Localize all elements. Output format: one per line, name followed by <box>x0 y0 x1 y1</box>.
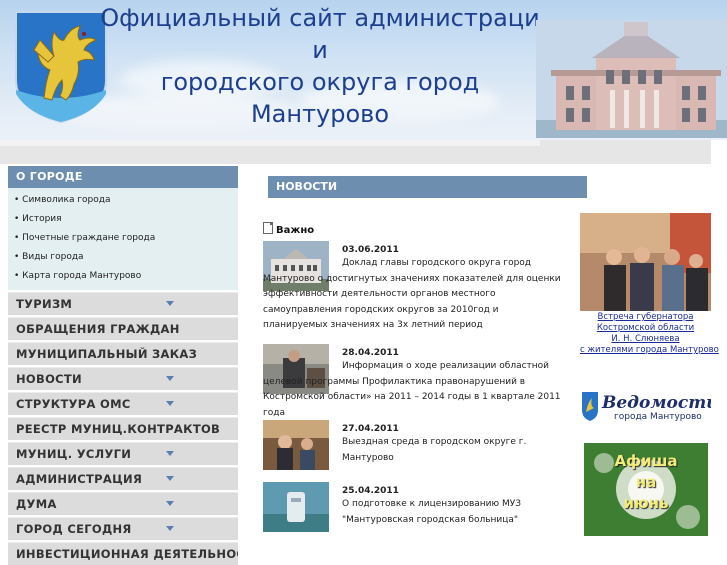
town-building-image <box>536 20 727 138</box>
menu-item-label: МУНИЦ. УСЛУГИ <box>16 447 132 461</box>
menu-item-label: СТРУКТУРА ОМС <box>16 397 131 411</box>
site-title-line: и <box>312 36 328 64</box>
menu-item-administration[interactable]: АДМИНИСТРАЦИЯ <box>8 467 238 490</box>
news-link[interactable]: Доклад главы городского округа город Ман… <box>263 256 563 334</box>
submenu-item-symbols[interactable]: • Символика города <box>8 191 238 210</box>
vedomosti-title: Ведомости <box>601 393 711 413</box>
submenu-item-history[interactable]: • История <box>8 210 238 229</box>
menu-item-label: НОВОСТИ <box>16 372 82 386</box>
news-link[interactable]: О подготовке к лицензированию МУЗ "Манту… <box>342 497 560 528</box>
nav-submenu: • Символика города • История • Почетные … <box>8 188 238 290</box>
submenu-item-honorary-citizens[interactable]: • Почетные граждане города <box>8 229 238 248</box>
menu-item-label: ОБРАЩЕНИЯ ГРАЖДАН <box>16 322 180 336</box>
chevron-down-icon <box>166 451 174 456</box>
menu-item-investment[interactable]: ИНВЕСТИЦИОННАЯ ДЕЯТЕЛЬНОСТ <box>8 542 238 565</box>
caption-line: И. Н. Слюняева <box>611 334 680 344</box>
site-header: Официальный сайт администраци и городско… <box>0 0 727 140</box>
menu-item-contracts-registry[interactable]: РЕЕСТР МУНИЦ.КОНТРАКТОВ <box>8 417 238 440</box>
news-thumbnail[interactable] <box>263 482 329 532</box>
site-title-line: Официальный сайт администраци <box>100 4 540 32</box>
menu-item-label: РЕЕСТР МУНИЦ.КОНТРАКТОВ <box>16 422 221 436</box>
menu-item-duma[interactable]: ДУМА <box>8 492 238 515</box>
menu-item-news[interactable]: НОВОСТИ <box>8 367 238 390</box>
news-link[interactable]: Информация о ходе реализации областной ц… <box>263 359 563 421</box>
chevron-down-icon <box>166 501 174 506</box>
coat-of-arms-logo[interactable] <box>14 10 108 124</box>
afisha-banner[interactable]: Афиша на июнь <box>584 443 708 536</box>
menu-item-municipal-order[interactable]: МУНИЦИПАЛЬНЫЙ ЗАКАЗ <box>8 342 238 365</box>
document-icon <box>263 222 273 234</box>
afisha-line: июнь <box>623 494 669 512</box>
chevron-down-icon <box>166 526 174 531</box>
menu-item-label: ТУРИЗМ <box>16 297 73 311</box>
menu-item-label: АДМИНИСТРАЦИЯ <box>16 472 143 486</box>
chevron-down-icon <box>166 376 174 381</box>
site-title: Официальный сайт администраци и городско… <box>100 2 540 130</box>
menu-item-label: ИНВЕСТИЦИОННАЯ ДЕЯТЕЛЬНОСТ <box>16 547 238 561</box>
chevron-down-icon <box>166 301 174 306</box>
nav-section-title[interactable]: О ГОРОДЕ <box>8 166 238 188</box>
vedomosti-subtitle: города Мантурово <box>614 412 702 422</box>
governor-meeting-photo[interactable] <box>580 213 711 311</box>
news-date: 03.06.2011 <box>342 245 399 255</box>
afisha-line: на <box>635 473 657 491</box>
submenu-item-city-views[interactable]: • Виды города <box>8 248 238 267</box>
menu-item-oms-structure[interactable]: СТРУКТУРА ОМС <box>8 392 238 415</box>
caption-line: с жителями города Мантурово <box>580 345 719 355</box>
afisha-line: Афиша <box>614 452 678 470</box>
site-title-line: городского округа город <box>160 68 480 96</box>
afisha-text: Афиша на июнь <box>584 451 708 514</box>
menu-item-label: ГОРОД СЕГОДНЯ <box>16 522 132 536</box>
menu-item-label: ДУМА <box>16 497 57 511</box>
caption-line: Костромской области <box>596 323 695 333</box>
important-heading: Важно <box>263 222 314 236</box>
left-navigation: О ГОРОДЕ • Символика города • История • … <box>8 166 238 565</box>
important-label: Важно <box>276 225 315 236</box>
submenu-item-city-map[interactable]: • Карта города Мантурово <box>8 267 238 286</box>
news-date: 28.04.2011 <box>342 348 399 358</box>
menu-item-city-today[interactable]: ГОРОД СЕГОДНЯ <box>8 517 238 540</box>
menu-item-label: МУНИЦИПАЛЬНЫЙ ЗАКАЗ <box>16 347 198 361</box>
news-date: 25.04.2011 <box>342 486 399 496</box>
menu-item-citizen-appeals[interactable]: ОБРАЩЕНИЯ ГРАЖДАН <box>8 317 238 340</box>
chevron-down-icon <box>166 476 174 481</box>
site-title-line: Мантурово <box>250 100 390 128</box>
news-link[interactable]: Выездная среда в городском округе г. Ман… <box>342 435 570 466</box>
governor-meeting-caption[interactable]: Встреча губернатора Костромской области … <box>580 312 719 356</box>
menu-item-tourism[interactable]: ТУРИЗМ <box>8 292 238 315</box>
chevron-down-icon <box>166 401 174 406</box>
news-thumbnail[interactable] <box>263 420 329 470</box>
menu-item-municipal-services[interactable]: МУНИЦ. УСЛУГИ <box>8 442 238 465</box>
vedomosti-banner[interactable]: Ведомости города Мантурово <box>580 390 711 422</box>
news-section-title: НОВОСТИ <box>268 176 587 198</box>
news-date: 27.04.2011 <box>342 424 399 434</box>
header-divider-highlight <box>0 140 540 146</box>
caption-line: Встреча губернатора <box>597 312 694 322</box>
